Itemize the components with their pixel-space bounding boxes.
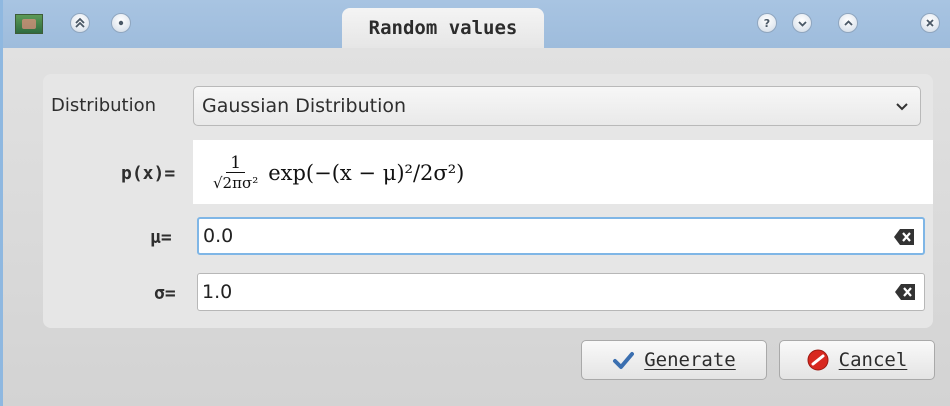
sigma-value: 1.0 xyxy=(202,281,233,303)
clear-sigma-icon[interactable] xyxy=(894,283,916,301)
cancel-label: Cancel xyxy=(838,349,908,371)
formula-display: 1 √2πσ² exp(−(x − μ)²/2σ²) xyxy=(193,140,933,204)
window-title: Random values xyxy=(342,8,544,48)
sigma-label: σ= xyxy=(154,283,176,304)
checkmark-icon xyxy=(613,352,635,369)
formula-fraction: 1 √2πσ² xyxy=(211,154,260,193)
formula-numerator: 1 xyxy=(226,154,246,173)
random-values-dialog: Random values ? Distribution Gaussian Di… xyxy=(0,0,950,406)
keep-above-icon[interactable] xyxy=(70,13,90,33)
minimize-icon[interactable] xyxy=(792,13,812,33)
mu-value: 0.0 xyxy=(203,225,234,247)
gaussian-formula: 1 √2πσ² exp(−(x − μ)²/2σ²) xyxy=(211,148,464,198)
sigma-input[interactable]: 1.0 xyxy=(197,273,925,311)
distribution-selected-value: Gaussian Distribution xyxy=(202,95,407,117)
chevron-down-icon xyxy=(896,103,908,111)
mu-label: μ= xyxy=(150,227,172,248)
mu-input[interactable]: 0.0 xyxy=(197,217,925,255)
generate-label: Generate xyxy=(644,349,736,371)
generate-button[interactable]: Generate xyxy=(581,340,767,380)
formula-expression: exp(−(x − μ)²/2σ²) xyxy=(268,161,465,185)
clear-mu-icon[interactable] xyxy=(893,228,915,246)
maximize-icon[interactable] xyxy=(838,13,858,33)
cancel-icon xyxy=(807,349,829,371)
distribution-select[interactable]: Gaussian Distribution xyxy=(193,86,921,126)
title-bar[interactable]: Random values ? xyxy=(3,0,950,48)
formula-label: p(x)= xyxy=(121,163,176,184)
app-icon[interactable] xyxy=(15,14,43,34)
distribution-label: Distribution xyxy=(51,95,157,116)
formula-denominator: √2πσ² xyxy=(213,173,259,192)
close-icon[interactable] xyxy=(920,13,940,33)
help-icon[interactable]: ? xyxy=(757,13,777,33)
on-all-desktops-icon[interactable] xyxy=(111,13,131,33)
cancel-button[interactable]: Cancel xyxy=(779,340,935,380)
